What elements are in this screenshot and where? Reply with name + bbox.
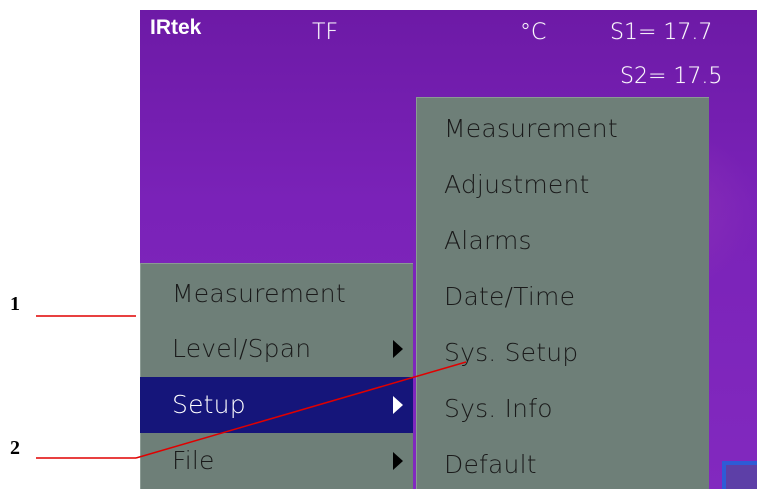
callout-lines xyxy=(36,315,467,459)
callout-line-2-pointer xyxy=(135,361,467,459)
